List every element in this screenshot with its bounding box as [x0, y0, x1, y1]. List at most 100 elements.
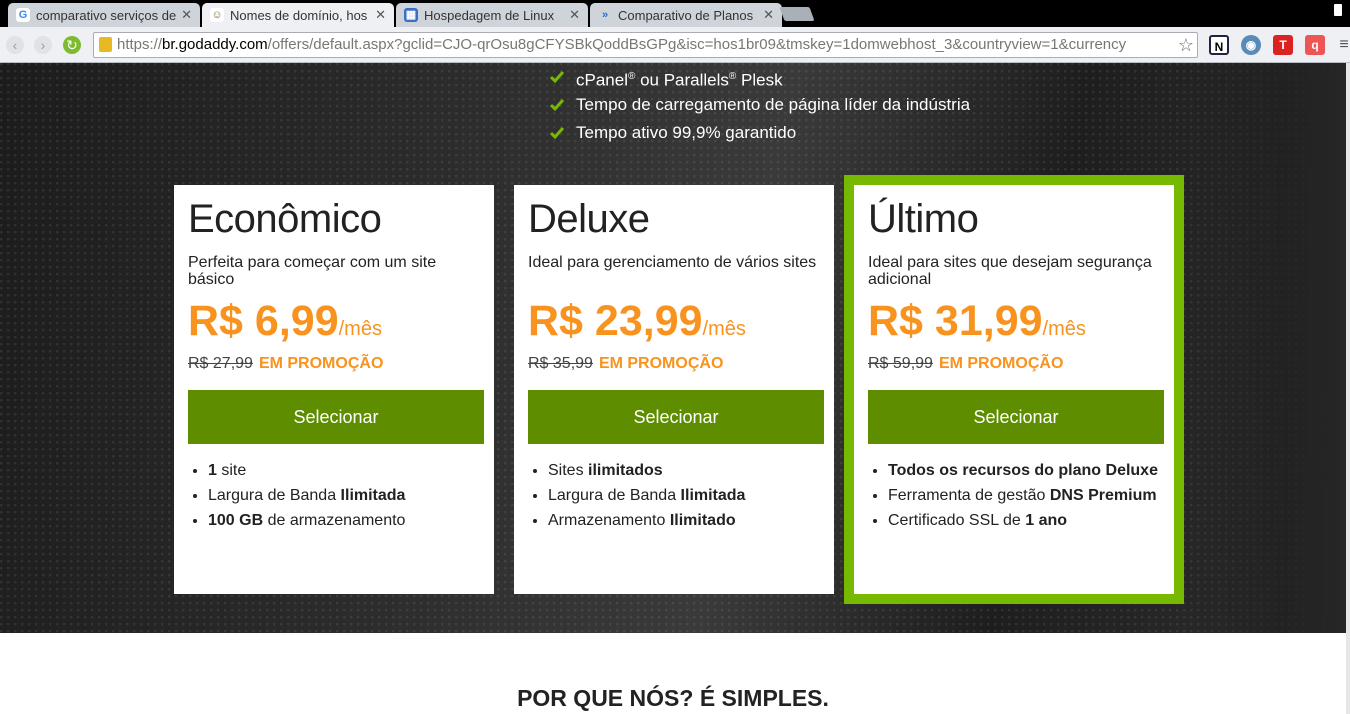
close-tab-icon[interactable]: ✕	[181, 7, 192, 23]
list-item: Sites ilimitados	[548, 458, 820, 483]
back-button[interactable]: ‹	[6, 36, 24, 54]
text: de armazenamento	[263, 512, 406, 529]
tab-title: comparativo serviços de	[36, 8, 176, 23]
price-value: R$ 31,99	[868, 297, 1043, 345]
bold-text: Ilimitada	[340, 487, 406, 504]
promo-label: EM PROMOÇÃO	[258, 355, 384, 372]
list-item: 100 GB de armazenamento	[208, 508, 480, 533]
feature-text: Plesk	[736, 70, 783, 90]
plan-old-price: R$ 27,99 EM PROMOÇÃO	[188, 354, 480, 374]
promo-label: EM PROMOÇÃO	[938, 355, 1064, 372]
close-tab-icon[interactable]: ✕	[569, 7, 580, 23]
plan-price: R$ 6,99/mês	[188, 296, 480, 354]
bold-text: ilimitados	[588, 462, 663, 479]
old-price-value: R$ 59,99	[868, 355, 933, 372]
godaddy-icon: ☺	[210, 8, 224, 22]
plan-description: Perfeita para começar com um site básico	[188, 254, 437, 288]
feature-list: cPanel® ou Parallels® Plesk Tempo de car…	[550, 63, 970, 147]
list-item: Largura de Banda Ilimitada	[208, 483, 480, 508]
window-control-icon[interactable]	[1334, 4, 1342, 16]
bold-text: 100 GB	[208, 512, 264, 529]
select-button[interactable]: Selecionar	[528, 390, 824, 444]
lock-icon	[99, 37, 112, 52]
plan-card-ultimo: Último Ideal para sites que desejam segu…	[844, 175, 1184, 604]
plan-name: Econômico	[188, 197, 382, 241]
plan-card-deluxe: Deluxe Ideal para gerenciamento de vário…	[514, 185, 834, 594]
extension-n-icon[interactable]: N	[1209, 35, 1229, 55]
tab-title: Comparativo de Planos	[618, 8, 754, 23]
old-price-value: R$ 27,99	[188, 355, 253, 372]
price-value: R$ 6,99	[188, 297, 339, 345]
url-scheme: https://	[117, 36, 163, 53]
text: Largura de Banda	[548, 487, 681, 504]
close-tab-icon[interactable]: ✕	[375, 7, 386, 23]
feature-text: cPanel	[576, 70, 628, 90]
url-host: br.godaddy.com	[162, 36, 268, 53]
check-icon	[550, 71, 564, 84]
extension-q-icon[interactable]: q	[1305, 35, 1325, 55]
text: Armazenamento	[548, 512, 670, 529]
section-title: POR QUE NÓS? É SIMPLES.	[517, 685, 829, 711]
feature-text: Tempo ativo 99,9% garantido	[576, 123, 797, 142]
tab-title: Nomes de domínio, hos	[230, 8, 368, 23]
close-tab-icon[interactable]: ✕	[763, 7, 774, 23]
plan-feature-list: Sites ilimitados Largura de Banda Ilimit…	[528, 458, 820, 533]
new-tab-button[interactable]	[779, 7, 815, 21]
bold-text: DNS Premium	[1049, 487, 1157, 504]
feature-item: Tempo ativo 99,9% garantido	[550, 119, 970, 147]
plan-feature-list: Todos os recursos do plano Deluxe Ferram…	[868, 458, 1164, 533]
plan-name: Deluxe	[528, 197, 650, 241]
list-item: Ferramenta de gestão DNS Premium	[888, 483, 1164, 508]
price-value: R$ 23,99	[528, 297, 703, 345]
extension-globe-icon[interactable]: ◉	[1241, 35, 1261, 55]
text: Sites	[548, 462, 589, 479]
bold-text: Todos os recursos do plano Deluxe	[888, 462, 1158, 479]
price-unit: /mês	[338, 318, 382, 340]
tab-strip: G comparativo serviços de ✕ ☺ Nomes de d…	[0, 0, 1350, 27]
arrow-icon: »	[601, 9, 609, 21]
tab-godaddy[interactable]: ☺ Nomes de domínio, hos ✕	[202, 3, 394, 27]
page-content: cPanel® ou Parallels® Plesk Tempo de car…	[0, 63, 1350, 714]
list-item: Certificado SSL de 1 ano	[888, 508, 1164, 533]
plan-feature-list: 1 site Largura de Banda Ilimitada 100 GB…	[188, 458, 480, 533]
bold-text: 1	[208, 462, 217, 479]
text: Ferramenta de gestão	[888, 487, 1050, 504]
tab-plan-comparison[interactable]: » Comparativo de Planos ✕	[590, 3, 782, 27]
plan-price: R$ 31,99/mês	[868, 296, 1164, 354]
plan-old-price: R$ 59,99 EM PROMOÇÃO	[868, 354, 1164, 374]
reload-button[interactable]: ↻	[63, 36, 81, 54]
plan-description: Ideal para sites que desejam segurança a…	[868, 254, 1152, 288]
google-icon: G	[16, 8, 30, 22]
tab-google-search[interactable]: G comparativo serviços de ✕	[8, 3, 200, 27]
promo-label: EM PROMOÇÃO	[598, 355, 724, 372]
url-path: /offers/default.aspx?gclid=CJO-qrOsu8gCF…	[267, 36, 1127, 53]
tab-linux-hosting[interactable]: ▦ Hospedagem de Linux ✕	[396, 3, 588, 27]
menu-icon[interactable]: ≡	[1334, 35, 1350, 55]
feature-item: Tempo de carregamento de página líder da…	[550, 91, 970, 119]
list-item: Todos os recursos do plano Deluxe	[888, 458, 1164, 483]
bookmark-star-icon[interactable]: ☆	[1174, 33, 1194, 57]
select-button[interactable]: Selecionar	[868, 390, 1164, 444]
list-item: 1 site	[208, 458, 480, 483]
tab-title: Hospedagem de Linux	[424, 8, 555, 23]
text: Certificado SSL de	[888, 512, 1026, 529]
feature-item: cPanel® ou Parallels® Plesk	[550, 63, 970, 91]
address-bar[interactable]: https://br.godaddy.com/offers/default.as…	[93, 32, 1198, 58]
old-price-value: R$ 35,99	[528, 355, 593, 372]
select-button[interactable]: Selecionar	[188, 390, 484, 444]
check-icon	[550, 127, 564, 140]
plan-description: Ideal para gerenciamento de vários sites	[528, 254, 817, 271]
price-unit: /mês	[1042, 318, 1086, 340]
extension-t-icon[interactable]: T	[1273, 35, 1293, 55]
grid-icon: ▦	[404, 8, 418, 22]
check-icon	[550, 99, 564, 112]
forward-button[interactable]: ›	[34, 36, 52, 54]
plan-name: Último	[868, 197, 979, 241]
scrollbar[interactable]	[1346, 63, 1350, 714]
bold-text: Ilimitada	[680, 487, 746, 504]
text: site	[216, 462, 247, 479]
list-item: Armazenamento Ilimitado	[548, 508, 820, 533]
feature-text: ou Parallels	[635, 70, 729, 90]
plan-card-economico: Econômico Perfeita para começar com um s…	[174, 185, 494, 594]
price-unit: /mês	[702, 318, 746, 340]
